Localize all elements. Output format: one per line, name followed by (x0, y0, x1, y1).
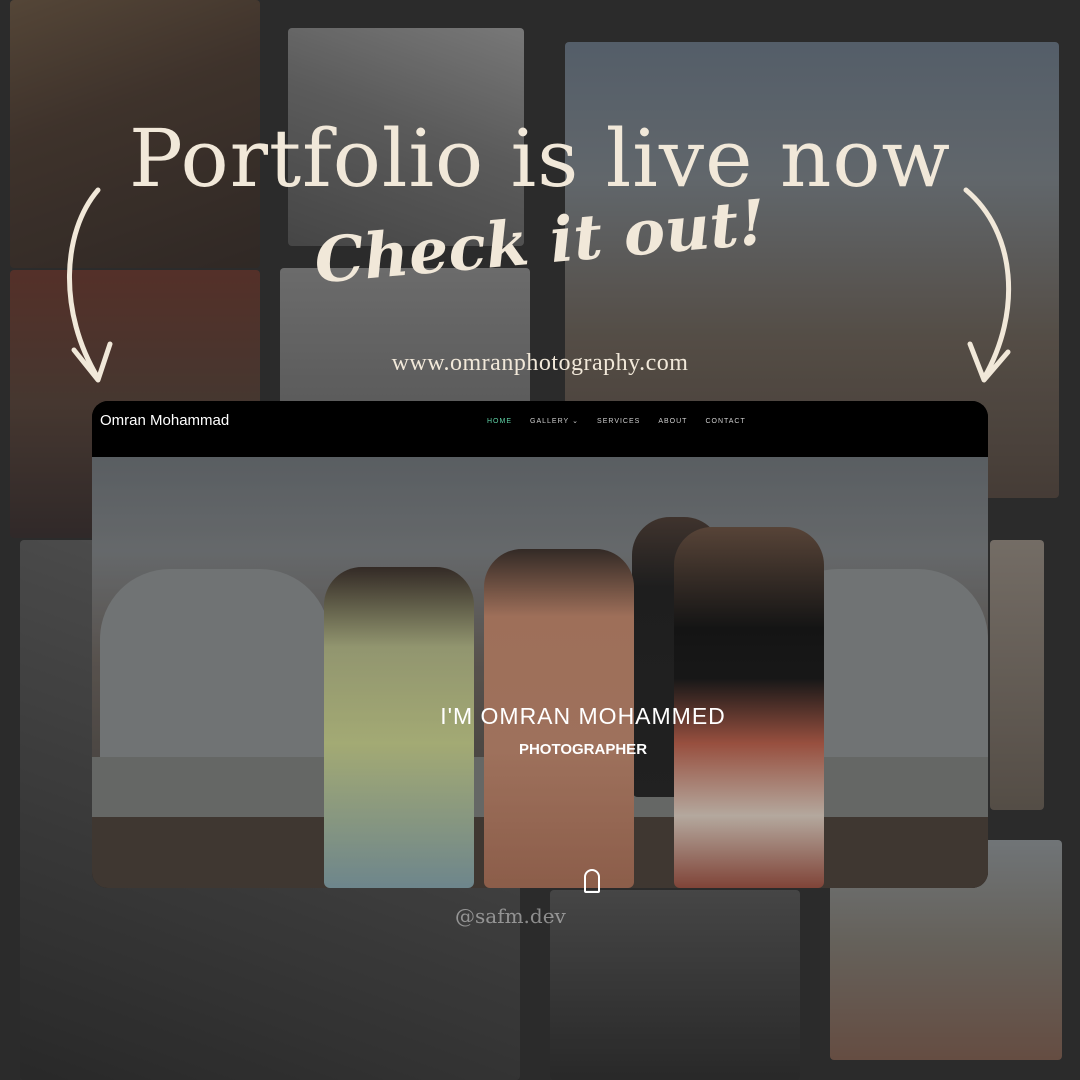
nav-home[interactable]: HOME (487, 417, 512, 425)
website-preview: Omran Mohammad HOME GALLERY ⌄ SERVICES A… (92, 401, 988, 888)
chevron-down-icon: ⌄ (572, 418, 580, 425)
site-navbar: Omran Mohammad HOME GALLERY ⌄ SERVICES A… (92, 401, 988, 457)
nav-services[interactable]: SERVICES (597, 417, 640, 425)
nav-gallery-label: GALLERY (530, 417, 570, 425)
portfolio-url[interactable]: www.omranphotography.com (0, 350, 1080, 377)
hero-shade (92, 457, 988, 888)
nav-gallery[interactable]: GALLERY ⌄ (530, 417, 580, 426)
nav-contact[interactable]: CONTACT (705, 417, 745, 425)
hero-image: I'M OMRAN MOHAMMED PHOTOGRAPHER (92, 457, 988, 888)
nav-home-label: HOME (487, 417, 512, 425)
nav-about-label: ABOUT (658, 417, 688, 425)
watermark: @safm.dev (455, 904, 566, 928)
scroll-mouse-icon[interactable] (584, 869, 600, 893)
hero-subtitle: PHOTOGRAPHER (518, 741, 648, 758)
nav-services-label: SERVICES (597, 417, 641, 425)
site-brand[interactable]: Omran Mohammad (100, 412, 229, 429)
nav-contact-label: CONTACT (705, 417, 746, 425)
nav-about[interactable]: ABOUT (658, 417, 687, 425)
hero-title: I'M OMRAN MOHAMMED (440, 703, 726, 729)
nav-menu: HOME GALLERY ⌄ SERVICES ABOUT CONTACT (487, 417, 746, 426)
